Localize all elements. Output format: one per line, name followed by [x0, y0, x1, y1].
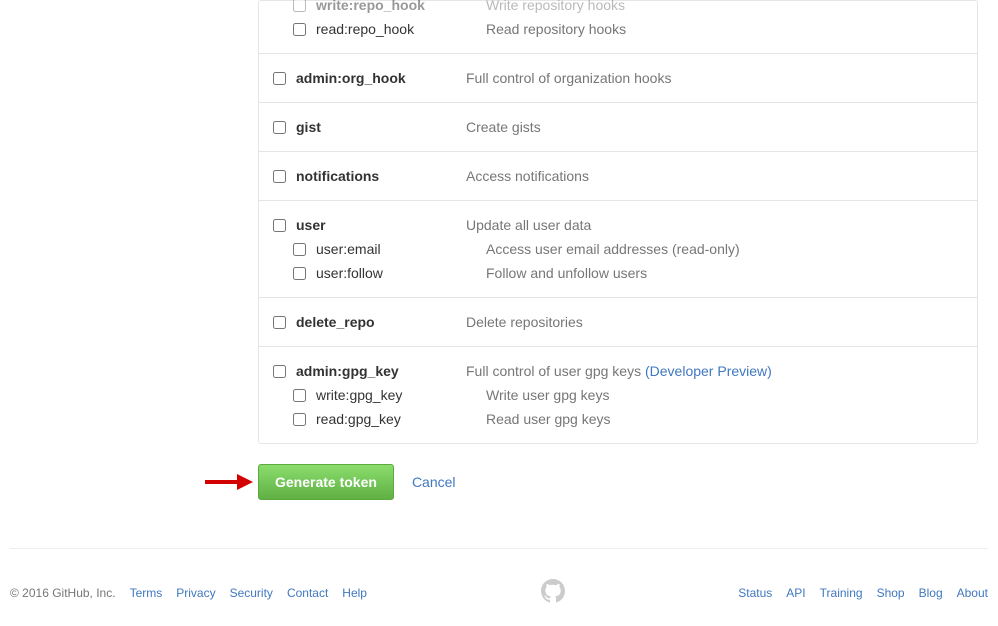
checkbox-gist[interactable] — [273, 121, 286, 134]
checkbox-write-gpg-key[interactable] — [293, 389, 306, 402]
scope-desc: Write user gpg keys — [486, 387, 609, 403]
scope-name: admin:gpg_key — [296, 363, 466, 379]
scope-desc: Read user gpg keys — [486, 411, 611, 427]
scope-group-repo-hook: write:repo_hook Write repository hooks r… — [259, 0, 977, 53]
footer-right: Status API Training Shop Blog About — [738, 586, 988, 600]
scope-desc: Delete repositories — [466, 314, 583, 330]
arrow-icon — [203, 472, 253, 495]
scope-desc: Access user email addresses (read-only) — [486, 241, 740, 257]
checkbox-user-follow[interactable] — [293, 267, 306, 280]
scope-group-admin-gpg-key: admin:gpg_key Full control of user gpg k… — [259, 346, 977, 443]
scope-row-delete-repo: delete_repo Delete repositories — [273, 310, 977, 334]
checkbox-read-gpg-key[interactable] — [293, 413, 306, 426]
scope-desc: Write repository hooks — [486, 0, 625, 13]
scope-desc: Access notifications — [466, 168, 589, 184]
scope-group-gist: gist Create gists — [259, 102, 977, 151]
footer-divider — [10, 548, 988, 549]
generate-token-button[interactable]: Generate token — [258, 464, 394, 500]
copyright-text: © 2016 GitHub, Inc. — [10, 586, 116, 600]
checkbox-user-email[interactable] — [293, 243, 306, 256]
github-logo-icon[interactable] — [541, 579, 565, 606]
form-actions: Generate token Cancel — [258, 464, 998, 500]
scope-name: delete_repo — [296, 314, 466, 330]
scope-name: notifications — [296, 168, 466, 184]
scope-row-read-repo-hook: read:repo_hook Read repository hooks — [273, 17, 977, 41]
scope-name: user:email — [316, 241, 486, 257]
scope-group-delete-repo: delete_repo Delete repositories — [259, 297, 977, 346]
scopes-list: write:repo_hook Write repository hooks r… — [258, 0, 978, 444]
site-footer: © 2016 GitHub, Inc. Terms Privacy Securi… — [0, 579, 998, 626]
scope-group-admin-org-hook: admin:org_hook Full control of organizat… — [259, 53, 977, 102]
scope-row-admin-org-hook: admin:org_hook Full control of organizat… — [273, 66, 977, 90]
scope-name: read:gpg_key — [316, 411, 486, 427]
footer-link-terms[interactable]: Terms — [130, 586, 163, 600]
footer-left: © 2016 GitHub, Inc. Terms Privacy Securi… — [10, 586, 367, 600]
scope-group-user: user Update all user data user:email Acc… — [259, 200, 977, 297]
scope-row-write-repo-hook: write:repo_hook Write repository hooks — [273, 0, 977, 17]
footer-link-about[interactable]: About — [957, 586, 988, 600]
scope-group-notifications: notifications Access notifications — [259, 151, 977, 200]
scope-row-gist: gist Create gists — [273, 115, 977, 139]
checkbox-notifications[interactable] — [273, 170, 286, 183]
scope-name: admin:org_hook — [296, 70, 466, 86]
scope-row-notifications: notifications Access notifications — [273, 164, 977, 188]
footer-link-shop[interactable]: Shop — [877, 586, 905, 600]
scope-row-admin-gpg-key: admin:gpg_key Full control of user gpg k… — [273, 359, 977, 383]
scope-row-user-follow: user:follow Follow and unfollow users — [273, 261, 977, 285]
scope-name: user — [296, 217, 466, 233]
scope-name: read:repo_hook — [316, 21, 486, 37]
scope-name: write:repo_hook — [316, 0, 486, 13]
scope-desc: Full control of user gpg keys (Developer… — [466, 363, 772, 379]
cancel-link[interactable]: Cancel — [412, 474, 456, 490]
scope-row-user-email: user:email Access user email addresses (… — [273, 237, 977, 261]
footer-link-help[interactable]: Help — [342, 586, 367, 600]
footer-link-blog[interactable]: Blog — [919, 586, 943, 600]
footer-link-security[interactable]: Security — [230, 586, 273, 600]
scope-name: gist — [296, 119, 466, 135]
scope-row-read-gpg-key: read:gpg_key Read user gpg keys — [273, 407, 977, 431]
scope-desc: Follow and unfollow users — [486, 265, 647, 281]
scope-desc: Read repository hooks — [486, 21, 626, 37]
scope-row-write-gpg-key: write:gpg_key Write user gpg keys — [273, 383, 977, 407]
checkbox-write-repo-hook[interactable] — [293, 0, 306, 12]
footer-link-privacy[interactable]: Privacy — [176, 586, 215, 600]
scope-desc: Update all user data — [466, 217, 591, 233]
checkbox-delete-repo[interactable] — [273, 316, 286, 329]
desc-text: Full control of user gpg keys — [466, 363, 645, 379]
footer-link-training[interactable]: Training — [820, 586, 863, 600]
checkbox-user[interactable] — [273, 219, 286, 232]
scope-name: write:gpg_key — [316, 387, 486, 403]
scope-name: user:follow — [316, 265, 486, 281]
checkbox-admin-org-hook[interactable] — [273, 72, 286, 85]
checkbox-admin-gpg-key[interactable] — [273, 365, 286, 378]
footer-link-api[interactable]: API — [786, 586, 805, 600]
footer-link-contact[interactable]: Contact — [287, 586, 328, 600]
footer-link-status[interactable]: Status — [738, 586, 772, 600]
developer-preview-link[interactable]: (Developer Preview) — [645, 363, 772, 379]
scope-desc: Full control of organization hooks — [466, 70, 671, 86]
scope-row-user: user Update all user data — [273, 213, 977, 237]
checkbox-read-repo-hook[interactable] — [293, 23, 306, 36]
scope-desc: Create gists — [466, 119, 541, 135]
